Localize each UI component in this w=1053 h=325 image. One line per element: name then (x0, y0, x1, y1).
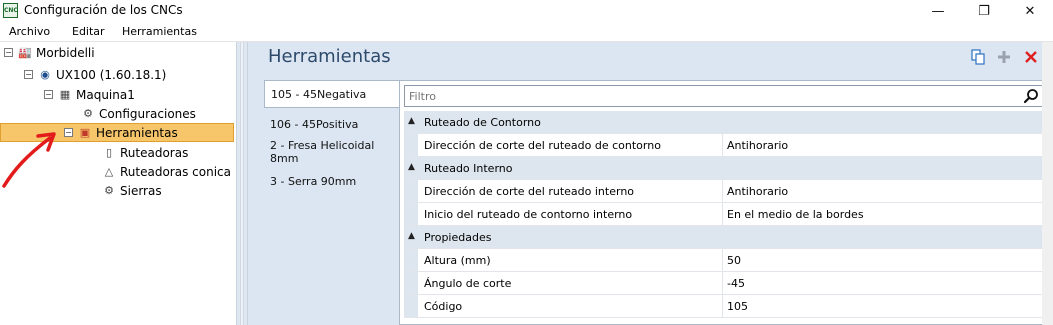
collapse-toggle[interactable]: − (44, 90, 53, 99)
tree-node-ruteadoras-conica[interactable]: △ Ruteadoras conica (101, 162, 231, 181)
tab-2[interactable]: 2 - Fresa Helicoidal 8mm (264, 138, 400, 166)
minimize-button[interactable]: — (915, 0, 961, 22)
toolbox-icon: ▣ (79, 125, 91, 139)
collapse-caret-icon[interactable]: ▲ (408, 162, 415, 172)
property-row[interactable]: Dirección de corte del ruteado de contor… (404, 134, 1044, 157)
tree-node-sierras[interactable]: ⚙ Sierras (101, 181, 162, 200)
search-icon[interactable] (1023, 88, 1039, 104)
collapse-toggle[interactable]: − (24, 70, 33, 79)
maximize-button[interactable]: ❐ (961, 0, 1007, 22)
tree-node-label: Sierras (120, 183, 162, 198)
saw-blade-icon: ⚙ (104, 183, 114, 197)
tool-tabs: 105 - 45Negativa 106 - 45Positiva 2 - Fr… (260, 80, 400, 325)
tree-node-morbidelli[interactable]: − 🏭 Morbidelli (4, 43, 95, 62)
add-icon[interactable] (996, 49, 1012, 65)
tree-node-ruteadoras[interactable]: ▯ Ruteadoras (101, 143, 188, 162)
menu-bar: Archivo Editar Herramientas (0, 22, 1053, 42)
factory-icon: 🏭 (18, 45, 32, 59)
collapse-toggle[interactable]: − (4, 48, 13, 57)
property-row[interactable]: Ángulo de corte -45 (404, 272, 1044, 295)
gear-icon: ⚙ (83, 106, 93, 120)
menu-herramientas[interactable]: Herramientas (122, 25, 197, 38)
tree-node-label: UX100 (1.60.18.1) (56, 67, 167, 82)
tab-3[interactable]: 3 - Serra 90mm (264, 167, 400, 195)
property-row[interactable]: Dirección de corte del ruteado interno A… (404, 180, 1044, 203)
tree-node-label: Ruteadoras conica (120, 164, 231, 179)
title-bar: CNC Configuración de los CNCs — ❐ ✕ (0, 0, 1053, 22)
tree-node-label: Ruteadoras (120, 145, 189, 160)
collapse-caret-icon[interactable]: ▲ (408, 231, 415, 241)
router-bit-icon: ▯ (105, 145, 113, 159)
tree-node-label: Configuraciones (99, 106, 196, 121)
collapse-toggle[interactable]: − (64, 128, 73, 137)
menu-editar[interactable]: Editar (72, 25, 105, 38)
tree-node-label: Maquina1 (76, 87, 135, 102)
conical-bit-icon: △ (104, 164, 114, 178)
red-arrow-annotation (2, 132, 56, 188)
filter-box (404, 85, 1044, 107)
app-icon: CNC (3, 3, 18, 18)
tab-106[interactable]: 106 - 45Positiva (264, 110, 400, 138)
filter-input[interactable] (405, 86, 1005, 106)
section-ruteado-interno[interactable]: ▲ Ruteado Interno (404, 157, 1044, 180)
close-button[interactable]: ✕ (1007, 0, 1053, 22)
delete-icon[interactable] (1023, 49, 1039, 65)
tree-node-configuraciones[interactable]: ⚙ Configuraciones (80, 104, 196, 123)
machine-icon: ▦ (59, 87, 71, 101)
tree-node-ux100[interactable]: − ◉ UX100 (1.60.18.1) (24, 65, 166, 84)
tree-node-label: Morbidelli (36, 45, 95, 60)
property-row[interactable]: Código 105 (404, 295, 1044, 318)
window-title: Configuración de los CNCs (24, 3, 183, 17)
tab-105[interactable]: 105 - 45Negativa (264, 80, 400, 108)
section-ruteado-contorno[interactable]: ▲ Ruteado de Contorno (404, 111, 1044, 134)
machine-globe-icon: ◉ (40, 67, 50, 81)
tree-node-maquina1[interactable]: − ▦ Maquina1 (44, 85, 135, 104)
vertical-scrollbar[interactable] (1042, 42, 1053, 325)
tree-node-label: Herramientas (96, 125, 178, 140)
copy-icon[interactable] (970, 49, 986, 65)
panel-title: Herramientas (268, 46, 391, 67)
property-row[interactable]: Inicio del ruteado de contorno interno E… (404, 203, 1044, 226)
property-grid: ▲ Ruteado de Contorno Dirección de corte… (404, 111, 1044, 318)
collapse-caret-icon[interactable]: ▲ (408, 116, 415, 126)
splitter[interactable] (236, 42, 248, 325)
menu-archivo[interactable]: Archivo (9, 25, 50, 38)
property-row[interactable]: Altura (mm) 50 (404, 249, 1044, 272)
tools-panel: Herramientas 105 - 45Negativa 106 - 45Po… (248, 42, 1053, 325)
section-propiedades[interactable]: ▲ Propiedades (404, 226, 1044, 249)
properties-content: ▲ Ruteado de Contorno Dirección de corte… (399, 80, 1049, 325)
